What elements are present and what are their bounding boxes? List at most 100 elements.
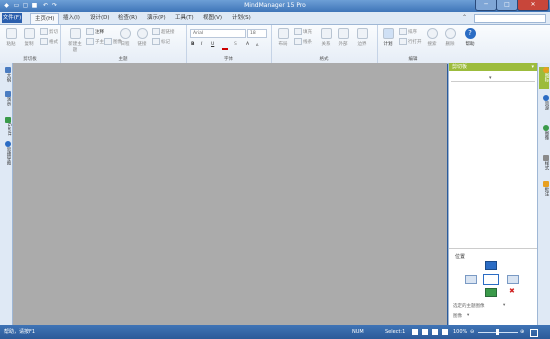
position-right-button[interactable] [507, 275, 519, 284]
tab-home[interactable]: 主页(H) [30, 13, 60, 24]
position-center-button[interactable] [483, 274, 499, 285]
shrink-font-button[interactable]: A [256, 42, 258, 49]
maximize-button[interactable]: □ [496, 0, 518, 11]
group-edit: 计划 排序 行打开 搜索 删除 ? 帮助 编辑 [377, 25, 489, 63]
tab-tools[interactable]: 工具(T) [171, 13, 198, 23]
tab-review[interactable]: 检查(R) [114, 13, 141, 23]
map-canvas[interactable] [13, 63, 447, 325]
italic-button[interactable]: I [201, 41, 202, 48]
tab-file[interactable]: 文件(F) [2, 13, 22, 23]
view-label: 图像 [453, 314, 462, 319]
status-bar: 帮助，请按F1 NUM Select:1 100% ⊖ ⊕ [0, 325, 550, 339]
callout-icon [86, 28, 94, 35]
task-pane-header: 剪切板 ▾ [449, 63, 537, 71]
view-dropdown-icon[interactable]: ▾ [467, 313, 469, 318]
group-topics: 新建主题 注释 子主题 图像 日程 链接 超链接 标记 主题 [60, 25, 187, 63]
tab-present[interactable]: 演示(P) [143, 13, 170, 23]
layout-button[interactable]: 布局 [276, 28, 290, 47]
remove-image-icon[interactable]: ✖ [509, 287, 515, 295]
group-format: 布局 填充 线条 关系 外部 边界 格式 [271, 25, 378, 63]
filter-button[interactable]: 行打开 [399, 38, 422, 45]
tab-styles[interactable]: 样式 [539, 155, 549, 170]
new-topic-button[interactable]: 新建主题 [68, 28, 82, 53]
font-size-select[interactable]: 18 [247, 29, 267, 38]
position-left-button[interactable] [465, 275, 477, 284]
tab-comments[interactable]: 批注 [539, 181, 549, 196]
schedule-button[interactable]: 日程 [118, 28, 132, 47]
status-select: Select:1 [385, 329, 406, 335]
tab-resources[interactable]: 资源 [539, 95, 549, 110]
underline-button[interactable]: U [211, 41, 214, 48]
callout-button[interactable]: 注释 [86, 28, 104, 35]
view-outline-icon[interactable] [422, 329, 428, 335]
tab-design[interactable]: 设计(D) [86, 13, 114, 23]
collapse-ribbon-icon[interactable]: ⌃ [462, 14, 470, 22]
ribbon: 粘贴 复制 剪切 格式 剪切板 新建主题 注释 子主题 图像 日程 链接 超链接… [0, 25, 550, 64]
minimize-button[interactable]: ─ [475, 0, 497, 11]
pane-divider [451, 81, 535, 82]
link-button[interactable]: 链接 [135, 28, 149, 47]
link-icon [136, 28, 148, 39]
selected-image-label: 选定的主题图像 [453, 304, 485, 309]
tab-schedule[interactable]: 计划(S) [228, 13, 255, 23]
tab-icons[interactable]: 图标 [539, 67, 549, 89]
close-button[interactable]: ✕ [517, 0, 549, 11]
font-name-select[interactable]: Arial [190, 29, 246, 38]
help-button[interactable]: ? 帮助 [463, 28, 477, 47]
topic-icon [69, 28, 81, 39]
position-bottom-button[interactable] [485, 288, 497, 297]
paste-icon [5, 28, 17, 39]
style-button[interactable]: 边界 [355, 28, 369, 47]
cut-button[interactable]: 剪切 [40, 28, 58, 35]
fill-button[interactable]: 填充 [294, 28, 312, 35]
sort-button[interactable]: 排序 [399, 28, 417, 35]
group-label-topics: 主题 [118, 57, 128, 62]
tags-button[interactable]: 标记 [152, 38, 170, 45]
sort-icon [399, 28, 407, 35]
search-input[interactable] [474, 14, 546, 23]
zoom-in-icon[interactable]: ⊕ [520, 325, 524, 339]
copy-button[interactable]: 复制 [22, 28, 36, 47]
task-pane-title: 剪切板 [452, 64, 468, 70]
delete-icon [444, 28, 456, 39]
position-top-button[interactable] [485, 261, 497, 270]
group-label-font: 字体 [224, 57, 233, 62]
tag-icon [152, 38, 160, 45]
status-num: NUM [352, 329, 364, 335]
tab-mindmap[interactable]: 思维导图 [1, 141, 11, 165]
bold-button[interactable]: B [191, 41, 194, 48]
relationship-button[interactable]: 关系 [319, 28, 333, 47]
hyperlink-button[interactable]: 超链接 [152, 28, 175, 35]
position-label: 位置 [455, 254, 466, 260]
grow-font-button[interactable]: A [246, 41, 249, 48]
pane-dropdown-icon[interactable]: ▾ [531, 63, 534, 71]
view-filter-icon[interactable] [432, 329, 438, 335]
line-button[interactable]: 线条 [294, 38, 312, 45]
hyperlink-icon [152, 28, 160, 35]
tab-gantt[interactable]: Gantt [1, 117, 11, 136]
plan-button[interactable]: 计划 [381, 28, 395, 47]
format-painter-button[interactable]: 格式 [40, 38, 58, 45]
group-label-edit: 编辑 [408, 57, 418, 62]
tab-view[interactable]: 视图(V) [199, 13, 226, 23]
zoom-out-icon[interactable]: ⊖ [470, 325, 474, 339]
boundary-button[interactable]: 外部 [336, 28, 350, 47]
font-color-icon[interactable] [222, 42, 228, 50]
delete-button[interactable]: 删除 [443, 28, 457, 47]
highlight-button[interactable]: S [234, 41, 237, 48]
relationship-icon [320, 28, 332, 39]
window-title: MindManager 15 Pro [244, 2, 306, 9]
paste-button[interactable]: 粘贴 [4, 28, 18, 47]
fit-map-icon[interactable] [530, 329, 538, 337]
tab-images[interactable]: 图像 [539, 125, 549, 140]
tab-insert[interactable]: 插入(I) [59, 13, 84, 23]
view-normal-icon[interactable] [412, 329, 418, 335]
selected-image-dropdown-icon[interactable]: ▾ [503, 303, 505, 308]
tab-outline[interactable]: 大纲 [1, 67, 11, 82]
tab-presentation[interactable]: 演示 [1, 91, 11, 106]
boundary-icon [337, 28, 349, 39]
view-fit-icon[interactable] [442, 329, 448, 335]
find-button[interactable]: 搜索 [425, 28, 439, 47]
brush-icon [40, 38, 48, 45]
zoom-slider-thumb[interactable] [496, 329, 499, 335]
